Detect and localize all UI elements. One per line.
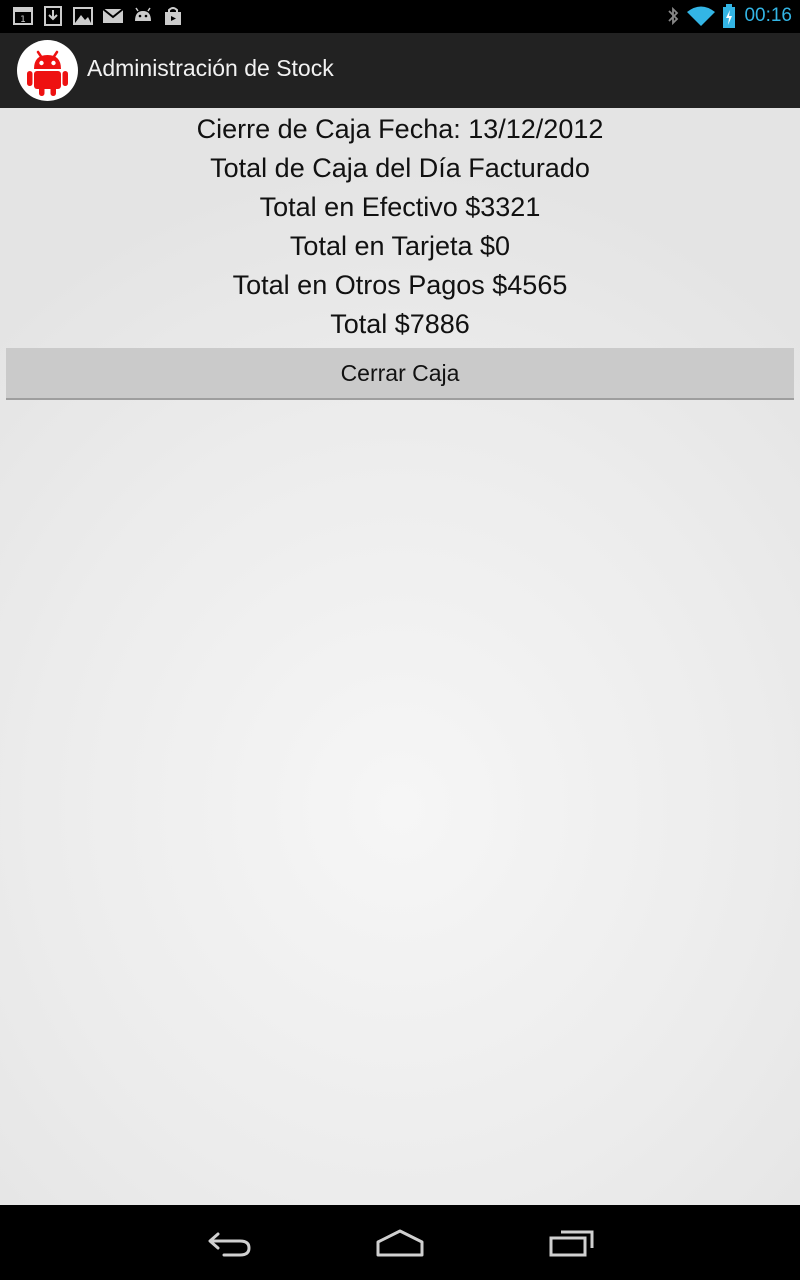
image-icon bbox=[73, 7, 93, 25]
gmail-icon bbox=[102, 8, 124, 23]
back-icon bbox=[208, 1232, 251, 1257]
main-content: Cierre de Caja Fecha: 13/12/2012 Total d… bbox=[0, 108, 800, 1205]
cash-total: Total en Efectivo $3321 bbox=[259, 192, 541, 222]
wifi-icon bbox=[687, 6, 716, 26]
status-clock: 00:16 bbox=[744, 5, 792, 26]
calendar-icon: 1 bbox=[13, 7, 33, 25]
android-logo-icon bbox=[27, 50, 68, 96]
home-icon bbox=[376, 1229, 424, 1257]
status-bar: 1 00:16 bbox=[0, 0, 800, 33]
back-button[interactable] bbox=[195, 1223, 265, 1263]
download-icon bbox=[44, 6, 62, 26]
system-icons: 00:16 bbox=[666, 3, 792, 29]
recent-apps-button[interactable] bbox=[536, 1223, 606, 1263]
battery-charging-icon bbox=[723, 4, 736, 28]
app-title: Administración de Stock bbox=[87, 55, 334, 81]
app-icon[interactable] bbox=[17, 40, 78, 101]
home-button[interactable] bbox=[365, 1223, 435, 1263]
recent-apps-icon bbox=[549, 1230, 594, 1257]
action-bar: Administración de Stock bbox=[0, 33, 800, 108]
grand-total: Total $7886 bbox=[330, 309, 470, 339]
card-total: Total en Tarjeta $0 bbox=[289, 231, 511, 261]
other-payments-total: Total en Otros Pagos $4565 bbox=[232, 270, 568, 300]
navigation-bar bbox=[0, 1205, 800, 1280]
close-register-button[interactable]: Cerrar Caja bbox=[6, 348, 794, 400]
svg-text:1: 1 bbox=[20, 15, 26, 25]
day-total-heading: Total de Caja del Día Facturado bbox=[210, 153, 590, 183]
closing-date-label: Cierre de Caja Fecha: 13/12/2012 bbox=[196, 114, 604, 144]
shopping-bag-icon bbox=[165, 7, 181, 25]
android-icon bbox=[135, 7, 151, 21]
notification-icons: 1 bbox=[12, 5, 184, 27]
bluetooth-icon bbox=[668, 6, 679, 26]
